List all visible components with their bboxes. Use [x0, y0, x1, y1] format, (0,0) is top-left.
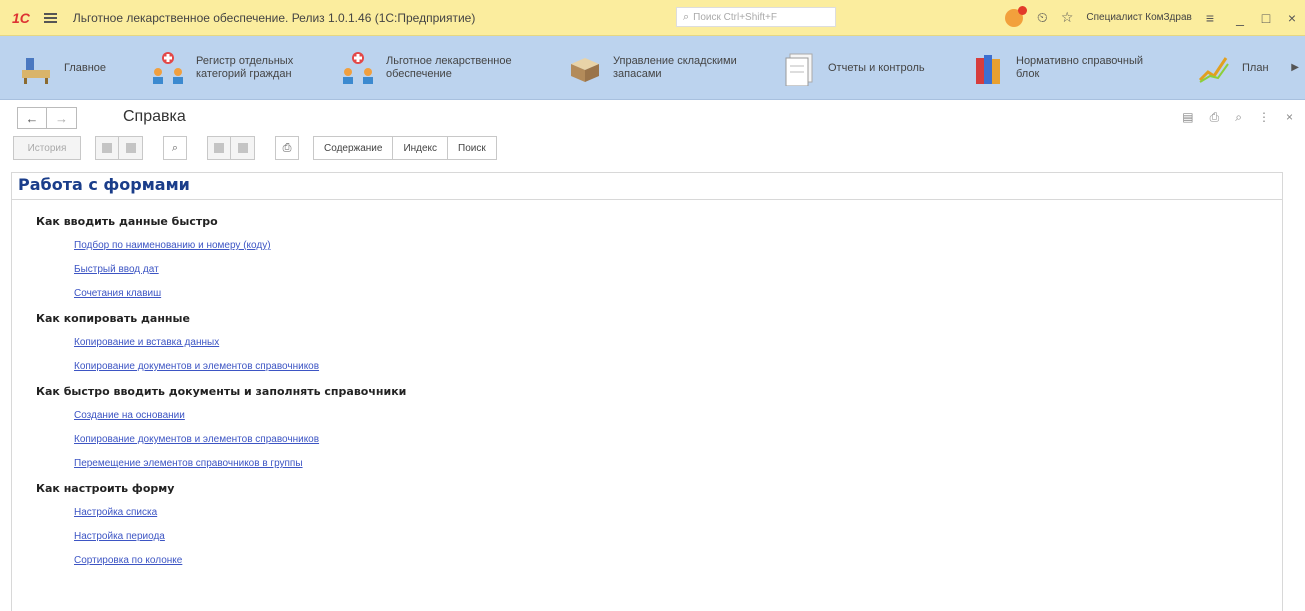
tab-contents[interactable]: Содержание: [313, 136, 394, 160]
books-icon: [970, 50, 1006, 86]
section-label: Главное: [64, 61, 107, 74]
prev-topic-button[interactable]: [207, 136, 231, 160]
sections-panel: Главное Регистр отдельных категорий граж…: [0, 36, 1305, 100]
section-main[interactable]: Главное: [18, 46, 106, 90]
topic-link[interactable]: Копирование документов и элементов справ…: [74, 434, 406, 445]
section-citizens-register[interactable]: Регистр отдельных категорий граждан: [150, 46, 293, 90]
history-icon[interactable]: ⏲: [1037, 9, 1048, 26]
section-reference[interactable]: Нормативно справочный блок: [970, 46, 1143, 90]
topic-link[interactable]: Создание на основании: [74, 410, 406, 421]
save-icon[interactable]: ▤: [1182, 110, 1193, 125]
printer-icon: ⎙: [282, 141, 292, 154]
section-label: Льготное лекарственное обеспечение: [386, 55, 512, 80]
back-button[interactable]: ←: [17, 107, 47, 129]
topic-link[interactable]: Сортировка по колонке: [74, 555, 406, 566]
title-bar: 1С Льготное лекарственное обеспечение. Р…: [0, 0, 1305, 36]
print-button[interactable]: ⎙: [275, 136, 299, 160]
topic-group: Как быстро вводить документы и заполнять…: [36, 385, 406, 469]
section-preferential-drugs[interactable]: Льготное лекарственное обеспечение: [340, 46, 512, 90]
section-plan[interactable]: План: [1196, 46, 1269, 90]
topic-link[interactable]: Настройка списка: [74, 507, 406, 518]
maximize-button[interactable]: □: [1253, 10, 1279, 26]
people-cross-icon: [340, 50, 376, 86]
chart-icon: [1196, 50, 1232, 86]
close-window-button[interactable]: ×: [1279, 10, 1305, 26]
page-icon: [237, 143, 248, 153]
topic-link[interactable]: Копирование документов и элементов справ…: [74, 361, 406, 372]
topic-heading: Как вводить данные быстро: [36, 215, 218, 228]
section-label: Управление складскими запасами: [613, 55, 737, 80]
section-label: План: [1242, 61, 1269, 74]
history-button[interactable]: История: [13, 136, 81, 160]
topic-link[interactable]: Копирование и вставка данных: [74, 337, 406, 348]
topic-link[interactable]: Подбор по наименованию и номеру (коду): [74, 240, 406, 251]
section-reports[interactable]: Отчеты и контроль: [782, 46, 925, 90]
section-warehouse[interactable]: Управление складскими запасами: [567, 46, 737, 90]
navigation-buttons: ← →: [17, 107, 77, 129]
report-icon: [782, 50, 818, 87]
print-icon[interactable]: ⎙: [1210, 110, 1220, 125]
topic-link[interactable]: Настройка периода: [74, 531, 406, 542]
topic-link[interactable]: Сочетания клавиш: [74, 288, 406, 299]
section-label: Нормативно справочный блок: [1016, 55, 1144, 80]
topic-group: Как копировать данные Копирование и встав…: [36, 312, 406, 372]
next-topic-button[interactable]: [231, 136, 255, 160]
page-title: Справка: [123, 108, 186, 125]
topic-heading: Как копировать данные: [36, 312, 190, 325]
preview-icon[interactable]: ⌕: [1235, 110, 1242, 125]
global-search-input[interactable]: ⌕ Поиск Ctrl+Shift+F: [676, 7, 836, 27]
topic-heading: Как настроить форму: [36, 482, 175, 495]
help-title: Работа с формами: [12, 173, 1282, 200]
notifications-icon[interactable]: [1004, 5, 1027, 27]
app-logo: 1С: [12, 9, 30, 26]
list-icon: [102, 143, 112, 153]
people-cross-icon: [150, 50, 186, 86]
topic-group: Как настроить форму Настройка списка Настр…: [36, 482, 406, 566]
find-in-page-button[interactable]: ⌕: [163, 136, 187, 160]
sync-contents-button[interactable]: [95, 136, 119, 160]
find-icon: ⌕: [171, 141, 179, 154]
box-icon: [567, 50, 603, 86]
desk-icon: [18, 50, 54, 86]
list-icon: [125, 143, 136, 153]
sections-scroll-right-icon[interactable]: ▶: [1291, 62, 1299, 73]
help-mode-tabs: Содержание Индекс Поиск: [313, 136, 497, 160]
page-icon: [214, 143, 224, 153]
close-form-icon[interactable]: ×: [1286, 110, 1293, 125]
search-placeholder: Поиск Ctrl+Shift+F: [693, 11, 778, 23]
help-toolbar: История ⌕ ⎙ Содержание Индекс Поиск: [13, 136, 497, 160]
section-label: Отчеты и контроль: [828, 61, 925, 74]
favorites-star-icon[interactable]: ☆: [1061, 9, 1074, 26]
forward-button[interactable]: →: [47, 107, 77, 129]
more-actions-icon[interactable]: ⋮: [1258, 110, 1270, 125]
help-content: Работа с формами Как вводить данные быст…: [11, 172, 1283, 611]
topic-heading: Как быстро вводить документы и заполнять…: [36, 385, 407, 398]
topics-list: Как вводить данные быстро Подбор по наиме…: [36, 215, 406, 579]
tab-search[interactable]: Поиск: [448, 136, 497, 160]
minimize-button[interactable]: _: [1227, 10, 1253, 26]
collapse-button[interactable]: [119, 136, 143, 160]
main-menu-icon[interactable]: [43, 12, 57, 23]
settings-menu-icon[interactable]: ≡: [1206, 10, 1214, 26]
topic-group: Как вводить данные быстро Подбор по наиме…: [36, 215, 406, 299]
search-icon: ⌕: [683, 10, 690, 23]
topic-link[interactable]: Перемещение элементов справочников в гру…: [74, 458, 406, 469]
topic-link[interactable]: Быстрый ввод дат: [74, 264, 406, 275]
current-user[interactable]: Специалист КомЗдрав: [1086, 12, 1191, 23]
form-tools: ▤ ⎙ ⌕ ⋮ ×: [1166, 110, 1293, 125]
app-title: Льготное лекарственное обеспечение. Рели…: [72, 10, 476, 25]
section-label: Регистр отдельных категорий граждан: [196, 55, 294, 80]
tab-index[interactable]: Индекс: [393, 136, 449, 160]
